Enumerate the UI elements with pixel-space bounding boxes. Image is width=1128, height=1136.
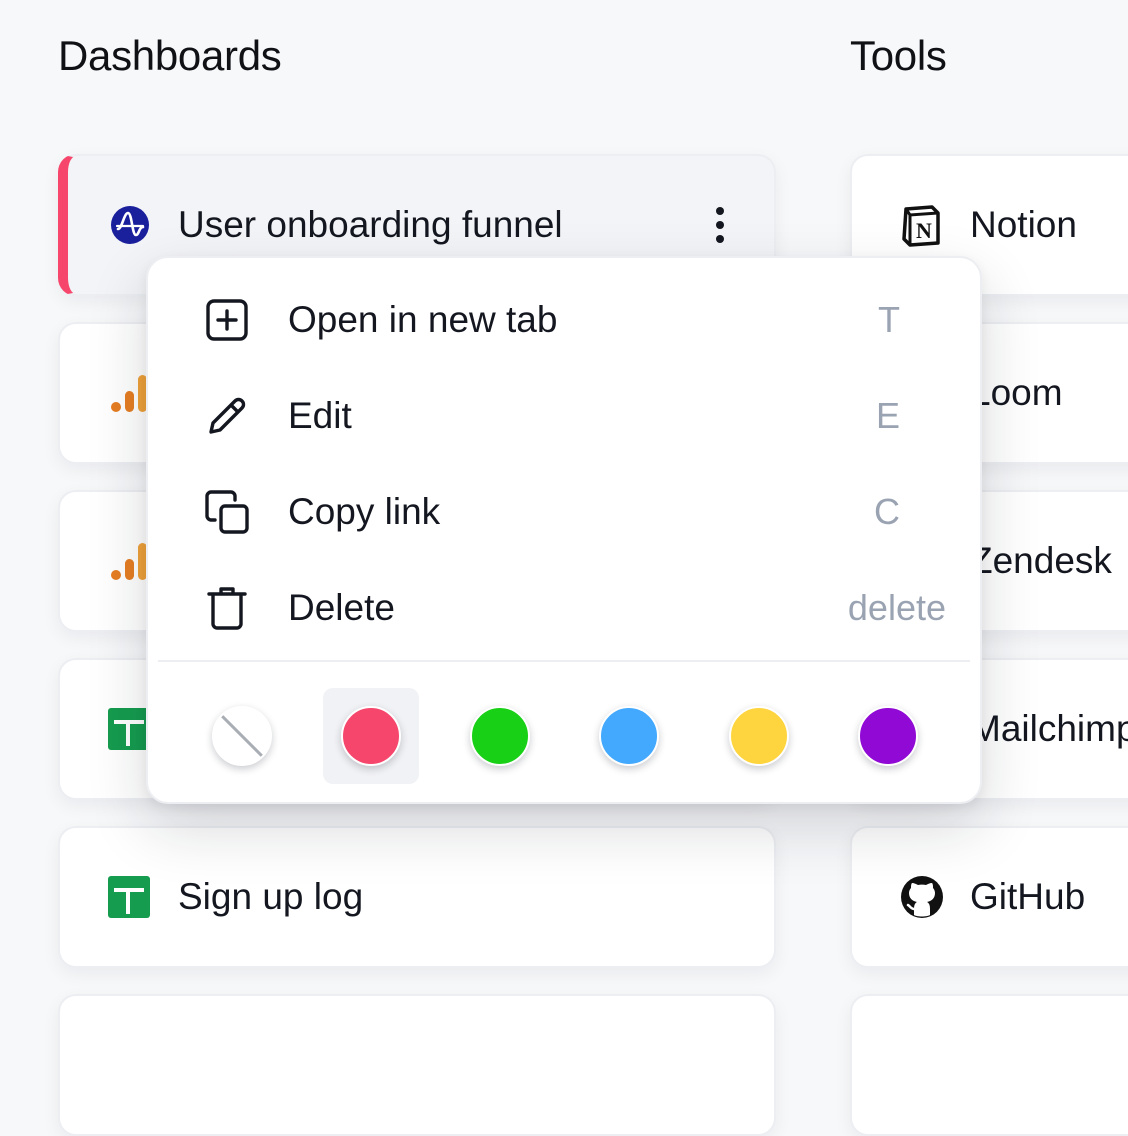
menu-item-copy-link[interactable]: Copy link C xyxy=(200,472,946,552)
tools-title: Tools xyxy=(850,32,947,79)
pencil-icon xyxy=(200,389,254,443)
color-swatch xyxy=(470,706,530,766)
dashboard-label: Sign up log xyxy=(178,876,364,917)
color-swatch xyxy=(341,706,401,766)
color-option-yellow[interactable] xyxy=(711,688,807,784)
color-option-purple[interactable] xyxy=(840,688,936,784)
menu-item-open-in-new-tab[interactable]: Open in new tab T xyxy=(200,280,946,360)
color-option-green[interactable] xyxy=(452,688,548,784)
more-vertical-icon[interactable] xyxy=(712,205,728,245)
dashboard-card-sign-up-log[interactable]: Sign up log xyxy=(58,826,776,968)
tool-card-6[interactable] xyxy=(850,994,1128,1136)
tool-card-github[interactable]: GitHub xyxy=(850,826,1128,968)
dashboard-card-6[interactable] xyxy=(58,994,776,1136)
tool-label: Notion xyxy=(970,204,1077,245)
dashboards-title: Dashboards xyxy=(58,32,282,79)
menu-item-shortcut: E xyxy=(875,395,900,436)
menu-item-label: Delete xyxy=(288,587,395,628)
color-swatch xyxy=(729,706,789,766)
plus-square-icon xyxy=(200,293,254,347)
tool-label: GitHub xyxy=(970,876,1086,917)
menu-item-shortcut: C xyxy=(874,491,900,532)
analytics-bars-icon xyxy=(110,539,150,583)
menu-item-delete[interactable]: Delete delete xyxy=(200,568,946,648)
tool-label: Loom xyxy=(970,372,1063,413)
notion-icon: N xyxy=(900,203,944,247)
menu-item-shortcut: delete xyxy=(847,587,946,628)
dashboard-label: User onboarding funnel xyxy=(178,204,563,245)
color-swatch xyxy=(599,706,659,766)
menu-item-label: Open in new tab xyxy=(288,299,558,340)
github-icon xyxy=(900,875,944,919)
amplitude-icon xyxy=(110,205,150,245)
menu-item-label: Copy link xyxy=(288,491,441,532)
menu-item-shortcut: T xyxy=(878,299,900,340)
menu-divider xyxy=(158,660,970,662)
tool-label: Mailchimp xyxy=(970,708,1128,749)
color-option-none[interactable] xyxy=(194,688,290,784)
color-swatch xyxy=(858,706,918,766)
menu-item-edit[interactable]: Edit E xyxy=(200,376,946,456)
copy-icon xyxy=(200,485,254,539)
trash-icon xyxy=(200,581,254,635)
context-menu: Open in new tab T Edit E Copy link C Del… xyxy=(146,256,982,804)
analytics-bars-icon xyxy=(110,371,150,415)
svg-text:N: N xyxy=(916,218,932,243)
google-sheets-icon xyxy=(108,876,150,918)
color-swatch-row xyxy=(148,686,980,786)
tool-label: Zendesk xyxy=(970,540,1112,581)
color-option-blue[interactable] xyxy=(581,688,677,784)
no-color-icon xyxy=(212,706,272,766)
color-option-red[interactable] xyxy=(323,688,419,784)
google-sheets-icon xyxy=(108,708,150,750)
menu-item-label: Edit xyxy=(288,395,352,436)
